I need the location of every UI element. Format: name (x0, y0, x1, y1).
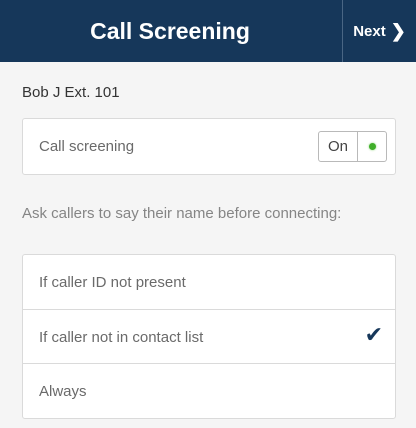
option-caller-id-not-present[interactable]: If caller ID not present (23, 255, 395, 309)
header-bar: Call Screening Next ❯ (0, 0, 416, 62)
instruction-text: Ask callers to say their name before con… (22, 205, 342, 222)
user-extension-label: Bob J Ext. 101 (22, 84, 120, 101)
page-title: Call Screening (90, 18, 250, 44)
option-always[interactable]: Always (23, 363, 395, 418)
option-label: If caller ID not present (39, 274, 186, 291)
screening-options-list: If caller ID not present If caller not i… (22, 254, 396, 419)
option-caller-not-in-contacts[interactable]: If caller not in contact list ✔ (23, 309, 395, 364)
option-label: Always (39, 383, 87, 400)
toggle-indicator (358, 132, 386, 161)
toggle-state-text: On (319, 132, 358, 161)
status-dot-icon (368, 143, 376, 150)
chevron-right-icon: ❯ (390, 20, 406, 41)
checkmark-icon: ✔ (364, 323, 383, 348)
next-button-label: Next (353, 22, 386, 40)
option-label: If caller not in contact list (39, 329, 204, 346)
call-screening-toggle[interactable]: On (318, 131, 387, 162)
call-screening-row: Call screening On (22, 118, 396, 175)
call-screening-label: Call screening (39, 138, 135, 155)
next-button[interactable]: Next ❯ (343, 0, 416, 62)
